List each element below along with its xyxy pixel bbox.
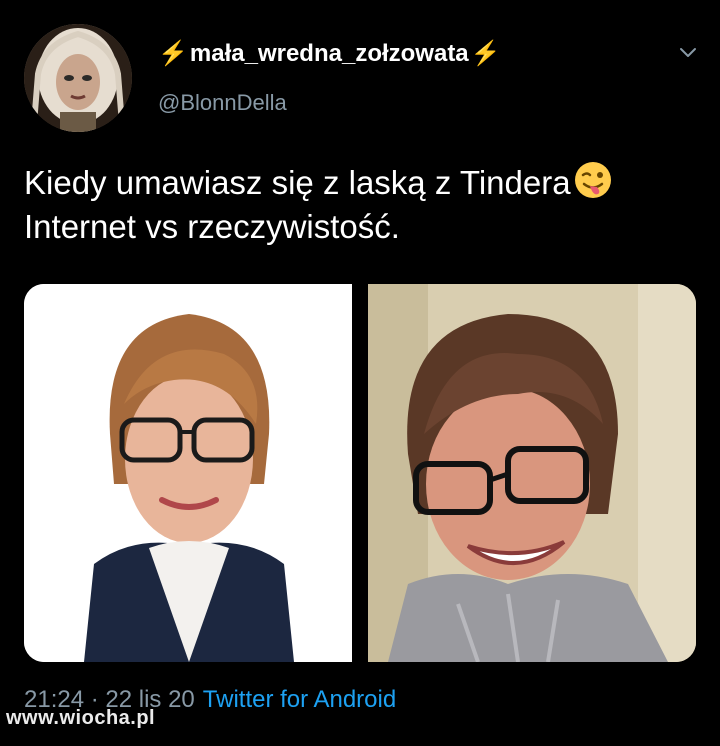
profile-avatar-icon xyxy=(24,24,132,132)
display-name-text: mała_wredna_zołzowata xyxy=(189,40,469,67)
media-photo-1[interactable] xyxy=(24,284,352,662)
tweet-text: Kiedy umawiasz się z laską z Tindera Int… xyxy=(24,160,704,249)
media-photo-2[interactable] xyxy=(368,284,696,662)
tweet-text-line-1: Kiedy umawiasz się z laską z Tindera xyxy=(24,160,704,205)
author-display-name[interactable]: ⚡ mała_wredna_zołzowata ⚡ xyxy=(158,40,501,68)
lightning-bolt-icon: ⚡ xyxy=(158,40,188,67)
lightning-bolt-icon: ⚡ xyxy=(470,40,501,67)
chevron-down-icon[interactable] xyxy=(676,40,700,64)
author-avatar[interactable] xyxy=(24,24,132,132)
author-handle[interactable]: @BlonnDella xyxy=(158,90,287,116)
tweet-header: ⚡ mała_wredna_zołzowata ⚡ @BlonnDella xyxy=(0,0,720,150)
tweet-text-line-2: Internet vs rzeczywistość. xyxy=(24,208,400,245)
tweet-media xyxy=(24,284,696,662)
winking-face-with-tongue-icon xyxy=(573,160,613,200)
portrait-photo-icon xyxy=(24,284,352,662)
tweet-text-line-1-content: Kiedy umawiasz się z laską z Tindera xyxy=(24,164,571,201)
tweet-source-link[interactable]: Twitter for Android xyxy=(203,686,396,714)
portrait-photo-icon xyxy=(368,284,696,662)
watermark: www.wiocha.pl xyxy=(6,707,156,729)
